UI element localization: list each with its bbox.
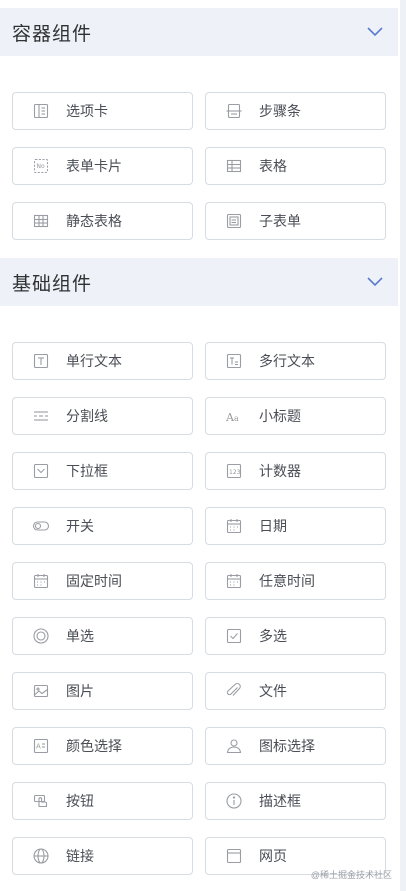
button-icon — [33, 794, 48, 808]
component-item[interactable]: 图标选择 — [205, 727, 386, 765]
component-label: 按钮 — [66, 794, 94, 810]
section-title: 基础组件 — [12, 272, 93, 295]
section-title: 容器组件 — [12, 22, 93, 45]
svg-text:No: No — [37, 163, 45, 170]
svg-text:a: a — [234, 414, 239, 423]
image-icon — [33, 684, 49, 698]
section-header-basic[interactable]: 基础组件 — [0, 258, 398, 306]
component-item[interactable]: 图片 — [12, 672, 193, 710]
info-icon — [226, 793, 242, 809]
component-item[interactable]: 按钮 — [12, 782, 193, 820]
component-item[interactable]: 下拉框 — [12, 452, 193, 490]
subtitle-icon: Aa — [225, 411, 239, 424]
calendar-icon — [33, 574, 49, 589]
component-label: 描述框 — [259, 794, 301, 810]
chevron-down-icon[interactable] — [366, 24, 384, 38]
steps-icon — [226, 103, 242, 119]
component-label: 多行文本 — [259, 354, 315, 370]
component-label: 分割线 — [66, 409, 108, 425]
component-item[interactable]: 多选 — [205, 617, 386, 655]
select-icon — [33, 463, 49, 479]
component-label: 图片 — [66, 684, 94, 700]
tabs-icon — [33, 103, 49, 119]
svg-text:A: A — [36, 743, 41, 751]
color-picker-icon: A — [33, 738, 49, 754]
radio-icon — [33, 628, 49, 644]
watermark: @稀土掘金技术社区 — [310, 870, 392, 880]
component-item[interactable]: 选项卡 — [12, 92, 193, 130]
component-label: 子表单 — [259, 214, 301, 230]
component-item[interactable]: 表格 — [205, 147, 386, 185]
component-label: 网页 — [259, 849, 287, 865]
component-item[interactable]: No 表单卡片 — [12, 147, 193, 185]
component-label: 静态表格 — [66, 214, 122, 230]
form-card-icon: No — [33, 158, 49, 174]
component-label: 步骤条 — [259, 104, 301, 120]
paperclip-icon — [226, 682, 241, 696]
component-label: 链接 — [66, 849, 94, 865]
component-label: 固定时间 — [66, 574, 122, 590]
component-label: 图标选择 — [259, 739, 315, 755]
component-item[interactable]: 开关 — [12, 507, 193, 545]
component-label: 开关 — [66, 519, 94, 535]
component-item[interactable]: 文件 — [205, 672, 386, 710]
textarea-icon — [226, 353, 242, 369]
component-label: 颜色选择 — [66, 739, 122, 755]
component-label: 单选 — [66, 629, 94, 645]
component-item[interactable]: 描述框 — [205, 782, 386, 820]
component-item[interactable]: 单选 — [12, 617, 193, 655]
subform-icon — [226, 213, 242, 229]
globe-icon — [33, 848, 49, 864]
component-item[interactable]: 静态表格 — [12, 202, 193, 240]
component-label: 下拉框 — [66, 464, 108, 480]
component-item[interactable]: 单行文本 — [12, 342, 193, 380]
divider-icon — [34, 411, 48, 421]
component-label: 计数器 — [259, 464, 301, 480]
component-label: 表格 — [259, 159, 287, 175]
component-item[interactable]: 任意时间 — [205, 562, 386, 600]
component-label: 小标题 — [259, 409, 301, 425]
component-item[interactable]: 链接 — [12, 837, 193, 875]
component-label: 文件 — [259, 684, 287, 700]
component-label: 日期 — [259, 519, 287, 535]
webpage-icon — [226, 848, 242, 864]
component-item[interactable]: A 颜色选择 — [12, 727, 193, 765]
component-label: 选项卡 — [66, 104, 108, 120]
component-item[interactable]: 固定时间 — [12, 562, 193, 600]
text-input-icon — [33, 353, 49, 369]
calendar-icon — [226, 519, 242, 534]
checkbox-icon — [226, 628, 242, 644]
component-item[interactable]: Aa 小标题 — [205, 397, 386, 435]
component-item[interactable]: 123 计数器 — [205, 452, 386, 490]
component-label: 多选 — [259, 629, 287, 645]
component-item[interactable]: 日期 — [205, 507, 386, 545]
component-item[interactable]: 子表单 — [205, 202, 386, 240]
chevron-down-icon[interactable] — [366, 274, 384, 288]
calendar-icon — [226, 574, 242, 589]
switch-icon — [32, 521, 50, 531]
counter-icon: 123 — [226, 463, 242, 479]
section-header-container[interactable]: 容器组件 — [0, 8, 398, 56]
icon-picker-icon — [226, 739, 242, 754]
component-item[interactable]: 分割线 — [12, 397, 193, 435]
component-item[interactable]: 多行文本 — [205, 342, 386, 380]
component-label: 任意时间 — [259, 574, 315, 590]
static-table-icon — [33, 214, 49, 228]
component-item[interactable]: 步骤条 — [205, 92, 386, 130]
scrollbar[interactable] — [400, 0, 406, 891]
table-icon — [226, 159, 242, 173]
component-label: 单行文本 — [66, 354, 122, 370]
svg-text:123: 123 — [229, 469, 241, 476]
component-label: 表单卡片 — [66, 159, 122, 175]
